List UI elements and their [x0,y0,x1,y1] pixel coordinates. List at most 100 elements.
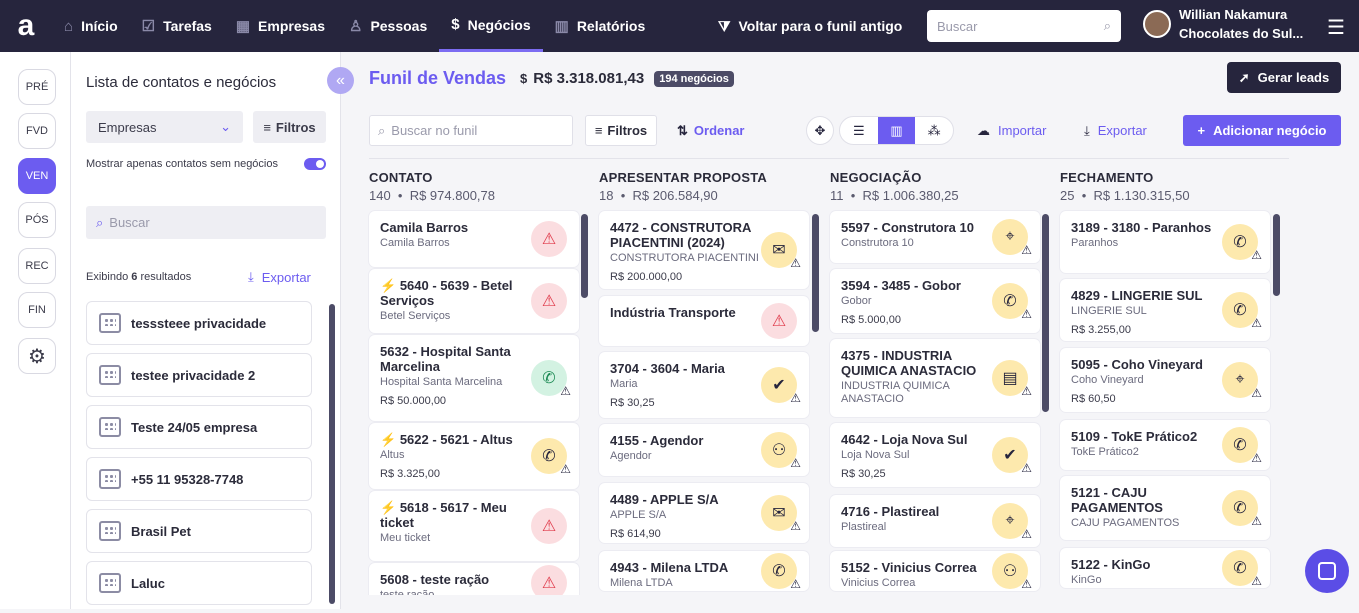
deal-card[interactable]: ⚡ 5622 - 5621 - Altus Altus R$ 3.325,00 ✆ ⚠ [369,423,579,489]
deal-title-text: 5618 - 5617 - Meu ticket [380,500,507,530]
deal-title: 5095 - Coho Vineyard [1071,357,1221,372]
deal-card[interactable]: 5152 - Vinicius Correa Vinicius Correa ⚇ ⚠ [830,551,1040,591]
collapse-panel-button[interactable]: « [327,67,354,94]
deal-card[interactable]: 3594 - 3485 - Gobor Gobor R$ 5.000,00 ✆ ⚠ [830,269,1040,333]
pin-icon[interactable]: ⌖ ⚠ [992,503,1032,541]
deal-card[interactable]: Camila Barros Camila Barros ⚠ [369,211,579,267]
deal-card[interactable]: 4829 - LINGERIE SUL LINGERIE SUL R$ 3.255,… [1060,279,1270,341]
deal-card[interactable]: 5095 - Coho Vineyard Coho Vineyard R$ 60,5… [1060,348,1270,412]
deal-company: Gobor [841,295,872,307]
column-scrollbar[interactable] [1042,214,1049,412]
deal-card[interactable]: 4155 - Agendor Agendor ⚇ ⚠ [599,424,809,476]
deal-title-text: 4472 - CONSTRUTORA PIACENTINI (2024) [610,220,751,250]
lightning-icon: ⚡ [380,432,400,447]
phone-icon[interactable]: ✆ ⚠ [1222,490,1262,528]
deal-title-text: 5597 - Construtora 10 [841,220,974,235]
alert-icon: ⚠ [1251,451,1262,465]
phone-icon[interactable]: ✆ ⚠ [1222,427,1262,465]
phone-icon[interactable]: ✆ ⚠ [1222,292,1262,330]
people-icon[interactable]: ⚇ ⚠ [992,553,1032,591]
column-count: 18 [599,188,614,203]
task-icon[interactable]: ✔ ⚠ [761,367,801,405]
deal-title: 5122 - KinGo [1071,557,1221,572]
phone-icon[interactable]: ✆ ⚠ [992,283,1032,321]
mail-icon[interactable]: ✉ ⚠ [761,495,801,533]
document-icon[interactable]: ▤ ⚠ [992,360,1032,398]
deal-title: 4943 - Milena LTDA [610,560,760,575]
deal-card[interactable]: 4375 - INDUSTRIA QUIMICA ANASTACIO INDUST… [830,339,1040,417]
deal-card[interactable]: 3704 - 3604 - Maria Maria R$ 30,25 ✔ ⚠ [599,352,809,418]
column-summary: 18 • R$ 206.584,90 [599,188,718,203]
alert-icon: ⚠ [1251,248,1262,262]
deal-card[interactable]: 5608 - teste ração teste ração ⚠ [369,563,579,595]
deal-card[interactable]: 4716 - Plastireal Plastireal ⌖ ⚠ [830,495,1040,547]
warning-icon[interactable]: ⚠ [531,508,567,544]
phone-icon[interactable]: ✆ ⚠ [1222,550,1262,588]
column-summary: 25 • R$ 1.130.315,50 [1060,188,1190,203]
deal-title-text: 4716 - Plastireal [841,504,940,519]
phone-icon[interactable]: ✆ ⚠ [761,553,801,591]
phone-icon[interactable]: ✆ ⚠ [531,438,571,476]
column-summary: 140 • R$ 974.800,78 [369,188,495,203]
mail-icon[interactable]: ✉ ⚠ [761,232,801,270]
deal-title-text: 4642 - Loja Nova Sul [841,432,968,447]
deal-card[interactable]: 5121 - CAJU PAGAMENTOS CAJU PAGAMENTOS ✆ ⚠ [1060,476,1270,540]
deal-company: Paranhos [1071,237,1119,249]
deal-company: TokE Prático2 [1071,446,1139,458]
deal-card[interactable]: 4472 - CONSTRUTORA PIACENTINI (2024) CONS… [599,211,809,289]
people-icon[interactable]: ⚇ ⚠ [761,432,801,470]
phone-icon[interactable]: ✆ ⚠ [1222,224,1262,262]
kanban-column: NEGOCIAÇÃO 11 • R$ 1.006.380,25 5597 - Con… [830,170,1050,591]
phone-calendar-icon[interactable]: ✆ ⚠ [531,360,571,398]
deal-card[interactable]: 5632 - Hospital Santa Marcelina Hospital … [369,335,579,421]
deal-title: 4716 - Plastireal [841,504,991,519]
deal-card[interactable]: 4943 - Milena LTDA Milena LTDA ✆ ⚠ [599,551,809,591]
deal-title: 5608 - teste ração [380,572,530,587]
warning-icon[interactable]: ⚠ [531,565,567,595]
pin-icon[interactable]: ⌖ ⚠ [992,219,1032,257]
deal-company: CAJU PAGAMENTOS [1071,517,1180,529]
chat-widget-button[interactable] [1305,549,1349,593]
lightning-icon: ⚡ [380,500,400,515]
deal-company: Construtora 10 [841,237,914,249]
deal-card[interactable]: ⚡ 5618 - 5617 - Meu ticket Meu ticket ⚠ [369,491,579,561]
warning-icon[interactable]: ⚠ [531,221,567,257]
kanban-column: FECHAMENTO 25 • R$ 1.130.315,50 3189 - 318… [1060,170,1280,588]
task-icon[interactable]: ✔ ⚠ [992,437,1032,475]
deal-card[interactable]: 4489 - APPLE S/A APPLE S/A R$ 614,90 ✉ ⚠ [599,483,809,543]
alert-icon: ⚠ [790,577,801,591]
deal-title: 5632 - Hospital Santa Marcelina [380,344,530,374]
deal-title: 5109 - TokE Prático2 [1071,429,1221,444]
deal-card[interactable]: 3189 - 3180 - Paranhos Paranhos ✆ ⚠ [1060,211,1270,273]
column-summary: 11 • R$ 1.006.380,25 [830,188,959,203]
warning-icon[interactable]: ⚠ [761,303,797,339]
deal-title: Camila Barros [380,220,530,235]
column-total: R$ 974.800,78 [409,188,495,203]
deal-card[interactable]: 4642 - Loja Nova Sul Loja Nova Sul R$ 30,2… [830,423,1040,487]
column-scrollbar[interactable] [1273,214,1280,296]
warning-icon[interactable]: ⚠ [531,283,567,319]
column-title: CONTATO [369,170,433,185]
column-scrollbar[interactable] [581,214,588,298]
alert-icon: ⚠ [1251,574,1262,588]
deal-value: R$ 200.000,00 [610,271,683,283]
deal-title-text: 3704 - 3604 - Maria [610,361,725,376]
deal-title-text: 5622 - 5621 - Altus [399,432,513,447]
deal-title-text: 4155 - Agendor [610,433,704,448]
deal-card[interactable]: Indústria Transporte ⚠ [599,296,809,346]
deal-title-text: 5152 - Vinicius Correa [841,560,977,575]
deal-card[interactable]: 5122 - KinGo KinGo ✆ ⚠ [1060,548,1270,588]
column-scrollbar[interactable] [812,214,819,332]
deal-title-text: 5640 - 5639 - Betel Serviços [380,278,513,308]
deal-card[interactable]: 5109 - TokE Prático2 TokE Prático2 ✆ ⚠ [1060,420,1270,470]
column-total: R$ 1.130.315,50 [1093,188,1190,203]
deal-company: LINGERIE SUL [1071,305,1147,317]
deal-card[interactable]: 5597 - Construtora 10 Construtora 10 ⌖ ⚠ [830,211,1040,263]
pin-icon[interactable]: ⌖ ⚠ [1222,362,1262,400]
alert-icon: ⚠ [1021,577,1032,591]
deal-title: ⚡ 5640 - 5639 - Betel Serviços [380,278,530,308]
deal-title-text: 3189 - 3180 - Paranhos [1071,220,1212,235]
alert-icon: ⚠ [790,391,801,405]
deal-card[interactable]: ⚡ 5640 - 5639 - Betel Serviços Betel Serv… [369,269,579,333]
deal-company: Agendor [610,450,652,462]
